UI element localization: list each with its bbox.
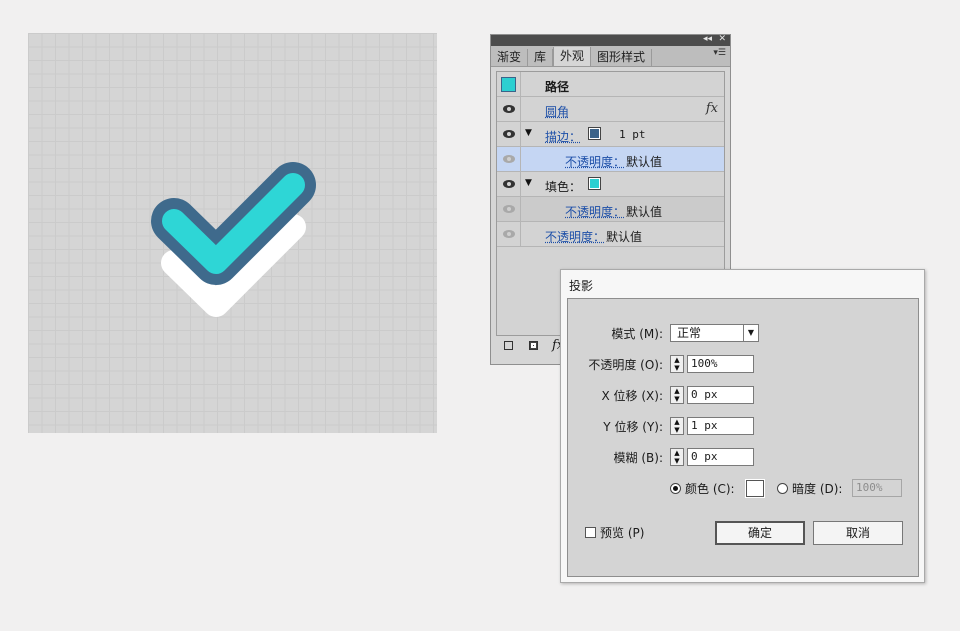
tab-graphic-styles[interactable]: 图形样式: [591, 49, 653, 66]
add-fill-icon[interactable]: [529, 341, 538, 350]
drop-shadow-dialog: 投影 模式 (M): 正常 ▼ 不透明度 (O): ▲ ▼ 100% X 位移 (…: [560, 269, 925, 583]
visibility-toggle[interactable]: [497, 97, 521, 121]
thumbnail-cell: [497, 72, 521, 96]
object-opacity-value: 默认值: [606, 230, 643, 244]
preview-checkbox[interactable]: [585, 527, 596, 538]
panel-tabs: 渐变 库 外观 图形样式 ▾☰: [491, 46, 730, 67]
collapse-icon[interactable]: ◂◂: [703, 33, 712, 46]
visibility-toggle[interactable]: [497, 197, 521, 221]
object-opacity-link[interactable]: 不透明度：: [545, 228, 605, 245]
y-offset-stepper[interactable]: ▲ ▼: [670, 417, 684, 435]
fill-opacity-row[interactable]: 不透明度： 默认值: [497, 197, 724, 222]
ok-button[interactable]: 确定: [715, 521, 805, 545]
blur-stepper[interactable]: ▲ ▼: [670, 448, 684, 466]
expand-triangle-icon[interactable]: ▼: [525, 178, 532, 188]
darkness-radio[interactable]: [777, 483, 788, 494]
checkmark-artwork[interactable]: [28, 33, 437, 433]
darkness-field: 100%: [852, 479, 902, 497]
y-offset-label: Y 位移 (Y):: [603, 420, 663, 434]
shadow-color-swatch[interactable]: [745, 479, 765, 498]
object-opacity-row[interactable]: 不透明度： 默认值: [497, 222, 724, 247]
mode-select[interactable]: 正常 ▼: [670, 324, 759, 342]
dialog-title: 投影: [569, 279, 594, 293]
color-radio[interactable]: [670, 483, 681, 494]
panel-titlebar[interactable]: ◂◂ ✕: [491, 33, 730, 46]
stroke-row[interactable]: ▼ 描边： 1 pt: [497, 122, 724, 147]
round-corners-effect-link[interactable]: 圆角: [545, 103, 569, 120]
fill-opacity-value: 默认值: [626, 205, 663, 219]
visibility-toggle[interactable]: [497, 147, 521, 171]
opacity-label: 不透明度 (O):: [588, 358, 663, 372]
add-stroke-icon[interactable]: [504, 341, 513, 350]
x-offset-label: X 位移 (X):: [601, 389, 663, 403]
x-offset-stepper[interactable]: ▲ ▼: [670, 386, 684, 404]
eye-icon: [502, 105, 515, 113]
tab-appearance[interactable]: 外观: [553, 47, 592, 66]
close-icon[interactable]: ✕: [718, 33, 726, 46]
visibility-toggle[interactable]: [497, 122, 521, 146]
fill-label: 填色：: [545, 180, 582, 194]
opacity-field[interactable]: 100%: [687, 355, 754, 373]
visibility-toggle[interactable]: [497, 172, 521, 196]
fill-color-swatch[interactable]: [588, 177, 601, 190]
panel-menu-icon[interactable]: ▾☰: [713, 48, 726, 58]
artboard[interactable]: [28, 33, 437, 433]
blur-label: 模糊 (B):: [613, 451, 663, 465]
expand-triangle-icon[interactable]: ▼: [525, 128, 532, 138]
eye-icon: [502, 180, 515, 188]
mode-value: 正常: [677, 326, 702, 340]
fx-icon[interactable]: fx: [706, 101, 718, 116]
stroke-opacity-link[interactable]: 不透明度：: [565, 153, 625, 170]
mode-label: 模式 (M):: [611, 327, 663, 341]
stroke-opacity-value: 默认值: [626, 155, 663, 169]
fill-row[interactable]: ▼ 填色：: [497, 172, 724, 197]
eye-icon: [502, 230, 515, 238]
y-offset-field[interactable]: 1 px: [687, 417, 754, 435]
effect-row[interactable]: 圆角 fx: [497, 97, 724, 122]
blur-field[interactable]: 0 px: [687, 448, 754, 466]
appearance-header-row: 路径: [497, 72, 724, 97]
stroke-color-swatch[interactable]: [588, 127, 601, 140]
dialog-content: 模式 (M): 正常 ▼ 不透明度 (O): ▲ ▼ 100% X 位移 (X):…: [567, 298, 919, 577]
x-offset-field[interactable]: 0 px: [687, 386, 754, 404]
color-label: 颜色 (C):: [685, 482, 735, 496]
chevron-down-icon[interactable]: ▼: [743, 325, 758, 341]
tab-library[interactable]: 库: [528, 49, 554, 66]
stroke-opacity-row[interactable]: 不透明度： 默认值: [497, 147, 724, 172]
opacity-stepper[interactable]: ▲ ▼: [670, 355, 684, 373]
eye-icon: [502, 130, 515, 138]
cancel-button[interactable]: 取消: [813, 521, 903, 545]
eye-icon: [502, 205, 515, 213]
stroke-link[interactable]: 描边：: [545, 128, 581, 145]
fill-opacity-link[interactable]: 不透明度：: [565, 203, 625, 220]
tab-gradient[interactable]: 渐变: [491, 49, 529, 66]
eye-icon: [502, 155, 515, 163]
path-header: 路径: [545, 80, 570, 94]
preview-label: 预览 (P): [600, 526, 645, 540]
path-thumbnail-icon: [501, 76, 516, 92]
visibility-toggle[interactable]: [497, 222, 521, 246]
stroke-weight-value: 1 pt: [619, 128, 646, 141]
darkness-label: 暗度 (D):: [792, 482, 843, 496]
